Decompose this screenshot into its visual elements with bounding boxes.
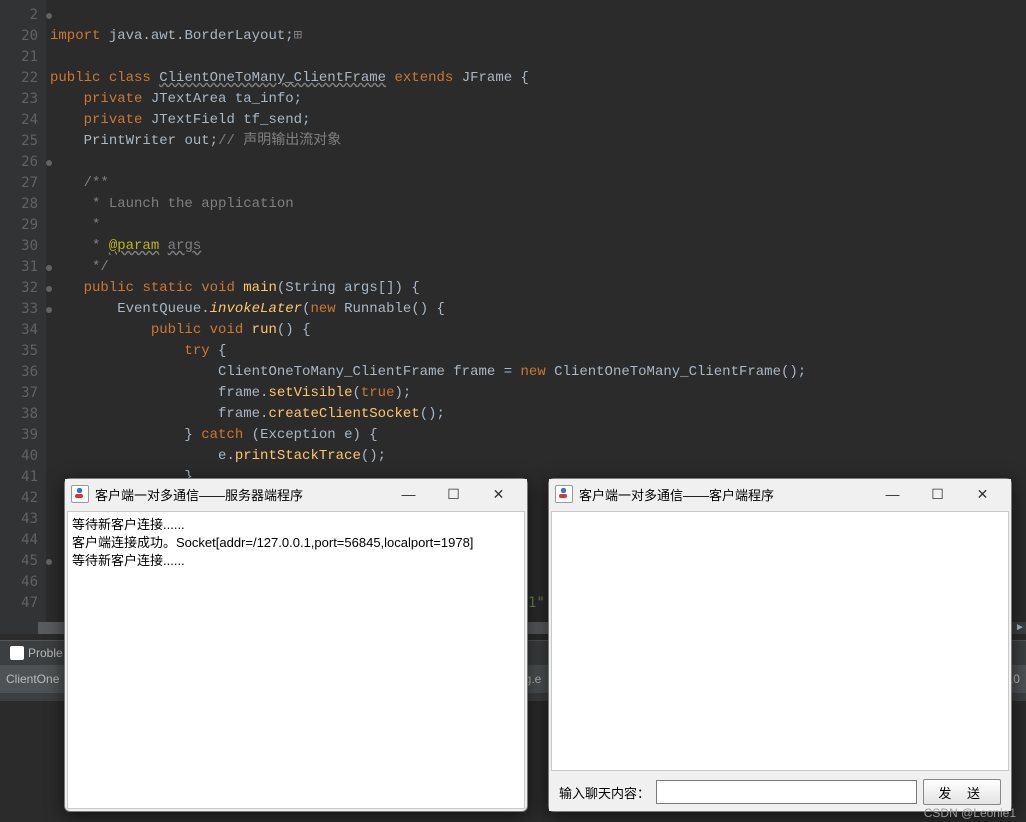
problems-tab[interactable]: Proble <box>0 642 73 664</box>
keyword: void <box>201 280 235 296</box>
status-left: ClientOne <box>6 672 59 686</box>
field: tf_send <box>243 112 302 128</box>
keyword: new <box>310 301 335 317</box>
type: EventQueue <box>117 301 201 317</box>
minimize-icon[interactable]: — <box>870 479 915 509</box>
literal: true <box>361 385 395 401</box>
method: setVisible <box>268 385 352 401</box>
input-label: 输入聊天内容： <box>559 783 650 802</box>
window-title: 客户端一对多通信——服务器端程序 <box>95 485 303 504</box>
type: Runnable <box>344 301 411 317</box>
keyword: void <box>210 322 244 338</box>
window-titlebar[interactable]: 客户端一对多通信——服务器端程序 — ☐ ✕ <box>65 479 527 509</box>
keyword: import <box>50 28 100 44</box>
server-log[interactable]: 等待新客户连接...... 客户端连接成功。Socket[addr=/127.0… <box>67 511 525 809</box>
keyword: public <box>50 70 100 86</box>
javadoc-param: args <box>168 238 202 254</box>
method: invokeLater <box>210 301 302 317</box>
type: String <box>285 280 335 296</box>
method: main <box>243 280 277 296</box>
keyword: private <box>84 112 143 128</box>
javadoc: */ <box>84 259 109 275</box>
close-icon[interactable]: ✕ <box>476 479 521 509</box>
keyword: extends <box>395 70 454 86</box>
java-app-icon <box>555 485 573 503</box>
type: ClientOneToMany_ClientFrame <box>218 364 445 380</box>
method: createClientSocket <box>268 406 419 422</box>
param: args <box>344 280 378 296</box>
maximize-icon[interactable]: ☐ <box>431 479 476 509</box>
field: ta_info <box>235 91 294 107</box>
window-title: 客户端一对多通信——客户端程序 <box>579 485 774 504</box>
client-window[interactable]: 客户端一对多通信——客户端程序 — ☐ ✕ 输入聊天内容： 发 送 <box>548 478 1012 812</box>
maximize-icon[interactable]: ☐ <box>915 479 960 509</box>
var: frame <box>453 364 495 380</box>
var: frame <box>218 385 260 401</box>
keyword: private <box>84 91 143 107</box>
fold-icon[interactable]: ⊞ <box>294 28 302 44</box>
type: Exception <box>260 427 336 443</box>
package: java.awt.BorderLayout <box>109 28 285 44</box>
line-gutter: 2202122232425262728293031323334353637383… <box>0 0 46 634</box>
method: printStackTrace <box>235 448 361 464</box>
keyword: class <box>109 70 151 86</box>
server-window[interactable]: 客户端一对多通信——服务器端程序 — ☐ ✕ 等待新客户连接...... 客户端… <box>64 478 528 812</box>
type: JTextField <box>151 112 235 128</box>
string-fragment: 1" <box>528 593 545 614</box>
keyword: try <box>184 343 209 359</box>
type: JTextArea <box>151 91 227 107</box>
var: e <box>344 427 352 443</box>
class-name: ClientOneToMany_ClientFrame <box>159 70 386 86</box>
javadoc-tag: @param <box>109 238 159 254</box>
comment: // 声明输出流对象 <box>218 133 341 149</box>
window-titlebar[interactable]: 客户端一对多通信——客户端程序 — ☐ ✕ <box>549 479 1011 509</box>
field: out <box>184 133 209 149</box>
method: run <box>252 322 277 338</box>
keyword: public <box>151 322 201 338</box>
watermark: CSDN @Leonie1 <box>924 806 1016 820</box>
problems-icon <box>10 646 24 660</box>
keyword: static <box>142 280 192 296</box>
type: ClientOneToMany_ClientFrame <box>554 364 781 380</box>
javadoc: * Launch the application <box>84 196 294 212</box>
javadoc: /** <box>84 175 109 191</box>
minimize-icon[interactable]: — <box>386 479 431 509</box>
keyword: catch <box>201 427 243 443</box>
type: PrintWriter <box>84 133 176 149</box>
code-area[interactable]: import java.awt.BorderLayout;⊞ public cl… <box>50 5 806 530</box>
var: e <box>218 448 226 464</box>
javadoc: * <box>84 217 101 233</box>
keyword: new <box>521 364 546 380</box>
tab-label: Proble <box>28 646 63 660</box>
type: JFrame <box>462 70 512 86</box>
scroll-right-icon[interactable]: ► <box>1014 622 1026 634</box>
chat-input[interactable] <box>656 780 917 804</box>
close-icon[interactable]: ✕ <box>960 479 1005 509</box>
chat-area[interactable] <box>551 511 1009 771</box>
java-app-icon <box>71 485 89 503</box>
var: frame <box>218 406 260 422</box>
keyword: public <box>84 280 134 296</box>
send-button[interactable]: 发 送 <box>923 779 1001 805</box>
